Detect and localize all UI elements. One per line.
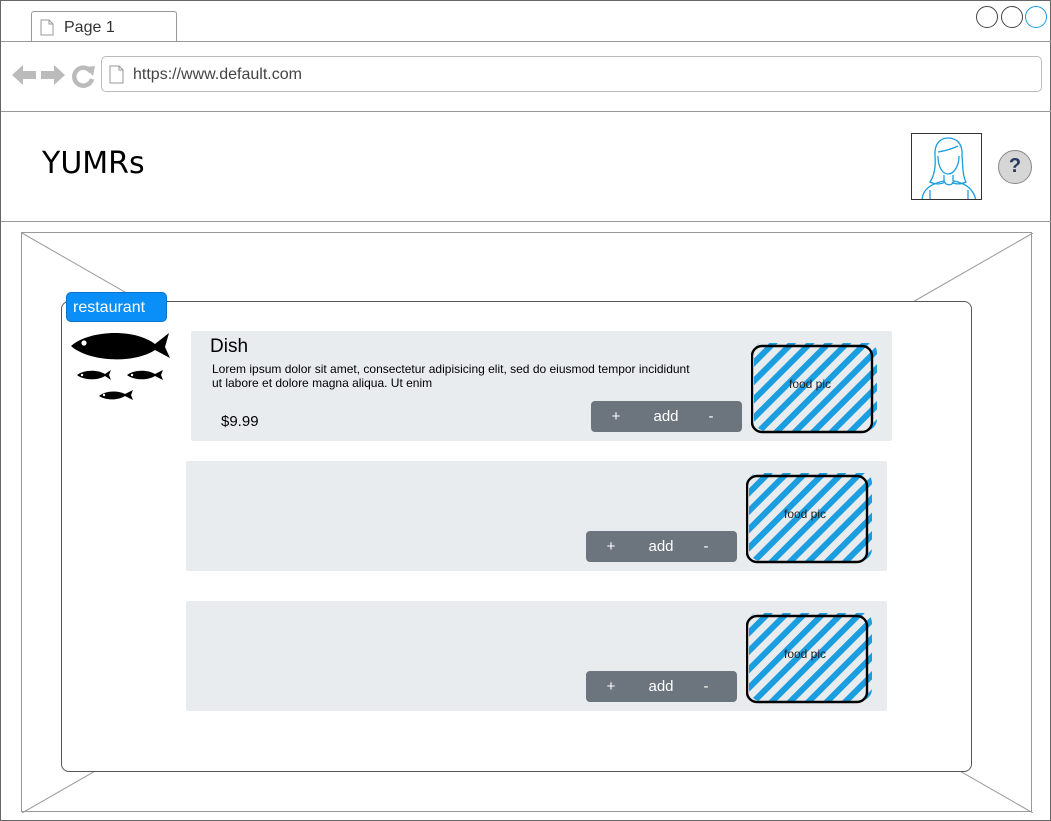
increase-button[interactable]: + [586,671,636,702]
dish-row: Dish Lorem ipsum dolor sit amet, consect… [191,331,892,441]
window-maximize-button[interactable] [1025,6,1047,28]
decrease-button[interactable]: - [691,401,731,432]
help-button[interactable]: ? [998,150,1032,184]
food-pic-label: food pic [783,507,827,521]
dish-row: + add - food pic [186,461,887,571]
add-button[interactable]: add [636,531,686,562]
decrease-button[interactable]: - [686,531,726,562]
dish-price: $9.99 [221,413,259,430]
increase-button[interactable]: + [586,531,636,562]
url-bar[interactable]: https://www.default.com [101,56,1042,92]
header-divider [1,221,1051,222]
back-arrow-icon[interactable] [12,64,36,86]
dish-description: Lorem ipsum dolor sit amet, consectetur … [212,362,690,390]
reload-icon[interactable] [71,64,95,88]
browser-tab[interactable]: Page 1 [31,11,177,42]
page-icon [109,65,124,84]
decrease-button[interactable]: - [686,671,726,702]
dish-name: Dish [210,336,249,357]
page-icon [40,19,54,36]
fish-logo-icon [71,332,170,400]
window-close-button[interactable] [976,6,998,28]
add-button[interactable]: add [636,671,686,702]
food-pic-label: food pic [788,377,832,391]
chrome-divider [1,111,1051,112]
food-pic: food pic [750,341,879,435]
url-text: https://www.default.com [133,66,302,83]
user-avatar[interactable] [911,133,982,200]
food-pic-label: food pic [783,647,827,661]
food-pic: food pic [745,611,874,705]
quantity-button-group: + add - [586,531,737,562]
tab-label: Page 1 [64,19,115,36]
restaurant-badge[interactable]: restaurant [66,292,167,322]
add-button[interactable]: add [641,401,691,432]
quantity-button-group: + add - [586,671,737,702]
browser-window: Page 1 https://www.default.com YUMRs ? r… [0,0,1051,821]
window-minimize-button[interactable] [1001,6,1023,28]
increase-button[interactable]: + [591,401,641,432]
dish-row: + add - food pic [186,601,887,711]
forward-arrow-icon[interactable] [41,64,65,86]
app-title: YUMRs [42,146,145,181]
user-avatar-icon [921,137,977,199]
food-pic: food pic [745,471,874,565]
tabbar-divider [1,41,1051,42]
quantity-button-group: + add - [591,401,742,432]
